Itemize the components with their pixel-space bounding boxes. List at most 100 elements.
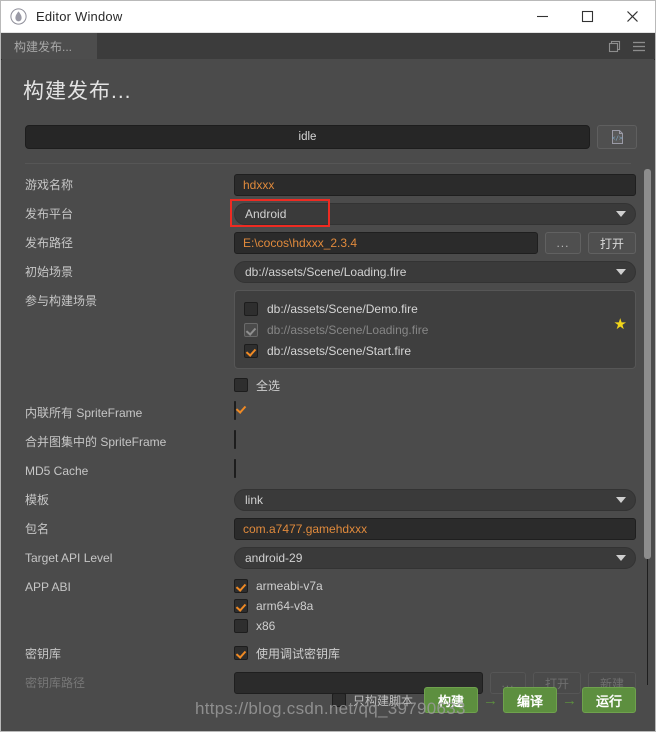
- start-scene-select[interactable]: db://assets/Scene/Loading.fire: [234, 261, 636, 283]
- row-build-scenes: 参与构建场景 db://assets/Scene/Demo.fire db://…: [2, 290, 654, 395]
- progress-status: idle: [298, 131, 317, 143]
- progress-bar: idle: [25, 125, 590, 149]
- watermark: https://blog.csdn.net/qq_39790633: [195, 699, 466, 718]
- chevron-down-icon: [616, 497, 626, 503]
- maximize-button[interactable]: [565, 1, 610, 32]
- editor-window: Editor Window 构建发布... 构建发布... idle </> 游…: [0, 0, 656, 732]
- abi-label: arm64-v8a: [256, 599, 314, 613]
- build-form: 游戏名称 hdxxx 发布平台 Android 发布路径 E:\cocos\hd…: [2, 164, 654, 694]
- chevron-down-icon: [616, 211, 626, 217]
- use-debug-keystore-checkbox[interactable]: [234, 646, 248, 660]
- scene-name: db://assets/Scene/Demo.fire: [267, 301, 418, 316]
- window-title: Editor Window: [36, 9, 123, 24]
- arrow-right-icon: →: [482, 691, 498, 709]
- progress-row: idle </>: [25, 125, 637, 149]
- row-platform: 发布平台 Android: [2, 199, 654, 227]
- scene-checkbox[interactable]: [244, 343, 258, 358]
- abi-item[interactable]: arm64-v8a: [234, 596, 636, 616]
- tab-build-publish[interactable]: 构建发布...: [1, 33, 97, 59]
- template-label: 模板: [25, 493, 50, 507]
- md5-cache-checkbox[interactable]: [234, 459, 236, 478]
- run-button[interactable]: 运行: [581, 687, 636, 713]
- scene-checkbox[interactable]: [244, 301, 258, 316]
- minimize-button[interactable]: [520, 1, 565, 32]
- tab-bar-filler: [97, 33, 608, 59]
- inline-spriteframe-checkbox[interactable]: [234, 401, 236, 420]
- abi-label: x86: [256, 619, 276, 633]
- tab-bar: 构建发布...: [1, 33, 655, 60]
- arrow-right-icon: →: [561, 691, 577, 709]
- title-bar: Editor Window: [1, 1, 655, 33]
- package-name-input[interactable]: com.a7477.gamehdxxx: [234, 518, 636, 540]
- merge-spriteframe-label: 合并图集中的 SpriteFrame: [25, 435, 167, 449]
- list-item: db://assets/Scene/Loading.fire: [244, 319, 626, 340]
- scene-checkbox: [244, 322, 258, 337]
- row-game-name: 游戏名称 hdxxx: [2, 174, 654, 196]
- page-title: 构建发布...: [23, 80, 132, 103]
- row-template: 模板 link: [2, 489, 654, 511]
- row-inline-spriteframe: 内联所有 SpriteFrame: [2, 401, 654, 424]
- hamburger-menu-icon[interactable]: [632, 41, 646, 52]
- use-debug-keystore-label: 使用调试密钥库: [256, 646, 341, 661]
- build-path-browse-button[interactable]: ...: [544, 232, 581, 254]
- build-scenes-label: 参与构建场景: [25, 294, 98, 308]
- platform-select[interactable]: Android: [234, 203, 636, 225]
- scrollbar-thumb[interactable]: [644, 169, 651, 559]
- game-name-label: 游戏名称: [25, 178, 74, 192]
- game-name-input[interactable]: hdxxx: [234, 174, 636, 196]
- row-keystore: 密钥库 使用调试密钥库: [2, 643, 654, 665]
- row-start-scene: 初始场景 db://assets/Scene/Loading.fire: [2, 261, 654, 283]
- platform-label: 发布平台: [25, 207, 74, 221]
- popout-window-icon[interactable]: [608, 40, 621, 53]
- select-all-label: 全选: [256, 378, 281, 393]
- build-panel: 构建发布... idle </> 游戏名称 hdxxx 发布平台 Android…: [2, 59, 654, 730]
- inline-spriteframe-label: 内联所有 SpriteFrame: [25, 406, 143, 420]
- target-api-select[interactable]: android-29: [234, 547, 636, 569]
- row-md5-cache: MD5 Cache: [2, 459, 654, 482]
- window-controls: [520, 1, 655, 32]
- scene-name: db://assets/Scene/Loading.fire: [267, 322, 429, 337]
- template-value: link: [245, 493, 264, 507]
- abi-checkbox[interactable]: [234, 579, 248, 593]
- scene-name: db://assets/Scene/Start.fire: [267, 343, 412, 358]
- target-api-value: android-29: [245, 551, 303, 565]
- scrollbar-line: [647, 559, 648, 685]
- build-path-open-button[interactable]: 打开: [587, 232, 636, 254]
- row-app-abi: APP ABI armeabi-v7a arm64-v8a x86: [2, 576, 654, 636]
- template-select[interactable]: link: [234, 489, 636, 511]
- tab-bar-actions: [608, 33, 655, 59]
- select-all-checkbox[interactable]: [234, 378, 248, 392]
- package-name-label: 包名: [25, 522, 50, 536]
- row-package-name: 包名 com.a7477.gamehdxxx: [2, 518, 654, 540]
- compile-button[interactable]: 编译: [502, 687, 557, 713]
- target-api-label: Target API Level: [25, 551, 113, 565]
- merge-spriteframe-checkbox[interactable]: [234, 430, 236, 449]
- start-scene-label: 初始场景: [25, 265, 74, 279]
- app-abi-label: APP ABI: [25, 580, 71, 594]
- tab-label: 构建发布...: [14, 39, 73, 54]
- star-icon: ★: [613, 316, 627, 333]
- start-scene-value: db://assets/Scene/Loading.fire: [245, 265, 407, 279]
- document-log-icon[interactable]: </>: [597, 125, 637, 149]
- close-button[interactable]: [610, 1, 655, 32]
- md5-cache-label: MD5 Cache: [25, 464, 89, 478]
- abi-checkbox[interactable]: [234, 599, 248, 613]
- abi-checkbox[interactable]: [234, 619, 248, 633]
- select-all-row[interactable]: 全选: [234, 375, 636, 395]
- flame-icon: [10, 8, 27, 25]
- list-item[interactable]: db://assets/Scene/Demo.fire: [244, 298, 626, 319]
- row-build-path: 发布路径 E:\cocos\hdxxx_2.3.4 ... 打开: [2, 232, 654, 254]
- list-item[interactable]: db://assets/Scene/Start.fire: [244, 340, 626, 361]
- build-path-input[interactable]: E:\cocos\hdxxx_2.3.4: [234, 232, 538, 254]
- chevron-down-icon: [616, 269, 626, 275]
- chevron-down-icon: [616, 555, 626, 561]
- abi-item[interactable]: armeabi-v7a: [234, 576, 636, 596]
- row-target-api: Target API Level android-29: [2, 547, 654, 569]
- build-scenes-list: db://assets/Scene/Demo.fire db://assets/…: [234, 290, 636, 369]
- keystore-label: 密钥库: [25, 647, 62, 661]
- abi-item[interactable]: x86: [234, 616, 636, 636]
- platform-value: Android: [245, 207, 287, 221]
- svg-text:</>: </>: [611, 135, 622, 142]
- use-debug-keystore-row[interactable]: 使用调试密钥库: [234, 643, 636, 663]
- abi-label: armeabi-v7a: [256, 579, 323, 593]
